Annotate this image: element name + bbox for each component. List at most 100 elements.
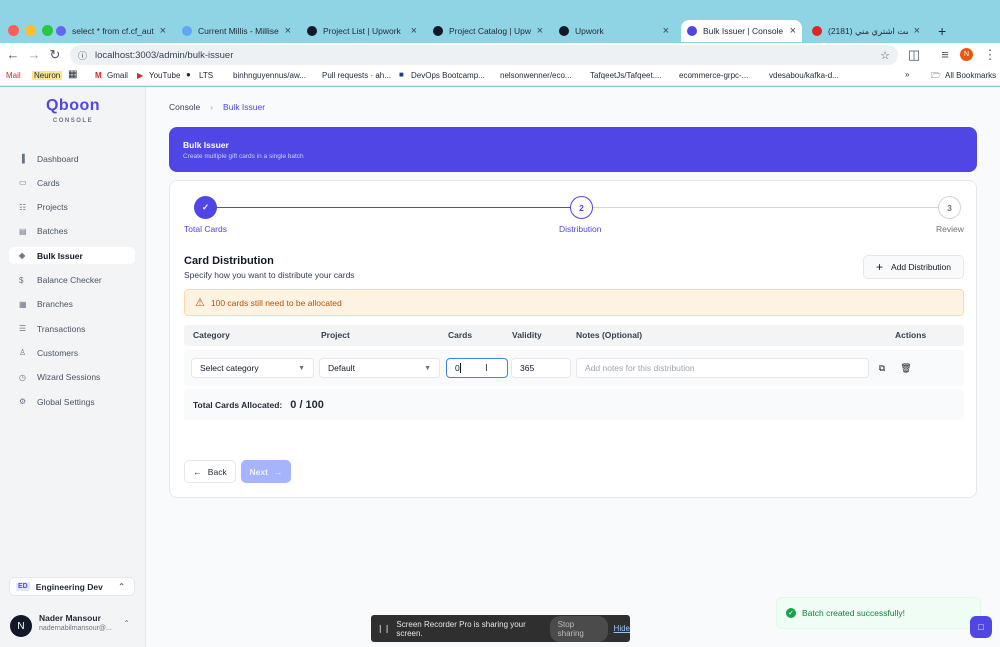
bookmark-ecommerce-grpc[interactable]: ecommerce-grpc-... [679, 71, 748, 80]
close-window-button[interactable] [8, 25, 19, 36]
tab-close-icon[interactable]: × [663, 25, 669, 37]
browser-tab[interactable]: Bulk Issuer | Console × [681, 20, 802, 42]
add-distribution-button[interactable]: + Add Distribution [863, 255, 964, 279]
reload-icon[interactable]: ↻ [47, 47, 63, 63]
browser-tab[interactable]: Project List | Upwork × [301, 20, 423, 42]
section-subtitle: Specify how you want to distribute your … [184, 270, 355, 280]
bookmark-devops[interactable]: DevOps Bootcamp... [411, 71, 485, 80]
step-1-indicator: ✓ [194, 196, 217, 219]
all-bookmarks[interactable]: All Bookmarks [945, 71, 996, 80]
sidebar-item-projects[interactable]: ☷ Projects [9, 199, 135, 216]
browser-toolbar: ← → ↻ ⓘ localhost:3003/admin/bulk-issuer… [0, 43, 1000, 67]
tab-title: Upwork [575, 26, 604, 36]
notes-input[interactable]: Add notes for this distribution [576, 358, 869, 378]
bookmark-gmail[interactable]: Gmail [107, 71, 128, 80]
sidebar-item-transactions[interactable]: ☰ Transactions [9, 320, 135, 337]
user-menu[interactable]: N Nader Mansour nadernabilmansour@... ⌃ [10, 610, 136, 640]
profile-avatar[interactable]: N [960, 48, 973, 61]
bookmark-youtube[interactable]: YouTube [149, 71, 180, 80]
sidebar-item-label: Global Settings [37, 396, 95, 407]
apps-grid-icon[interactable]: ▦ [68, 69, 77, 80]
sidebar-item-bulk-issuer[interactable]: ◈ Bulk Issuer [9, 247, 135, 265]
projects-icon: ☷ [19, 202, 27, 212]
category-select[interactable]: Select category ▼ [191, 358, 314, 378]
tab-close-icon[interactable]: × [160, 25, 166, 37]
bookmark-kafka[interactable]: vdesabou/kafka-d... [769, 71, 839, 80]
copy-icon[interactable]: ⧉ [875, 361, 889, 375]
address-bar[interactable]: ⓘ localhost:3003/admin/bulk-issuer ☆ [70, 45, 898, 65]
stop-sharing-button[interactable]: Stop sharing [549, 615, 608, 642]
avatar: N [10, 615, 32, 637]
extensions-icon[interactable]: ◫ [906, 47, 922, 63]
bookmark-pull-requests[interactable]: Pull requests · ah... [322, 71, 391, 80]
trash-icon[interactable]: 🗑 [899, 361, 913, 375]
browser-tab[interactable]: Current Millis - Millisecon × [176, 20, 297, 42]
hide-button[interactable]: Hide [614, 624, 630, 633]
project-select[interactable]: Default ▼ [319, 358, 440, 378]
back-nav-icon[interactable]: ← [5, 47, 21, 62]
tab-favicon-icon [433, 26, 443, 36]
col-cards: Cards [448, 330, 473, 340]
check-circle-icon: ✓ [786, 608, 796, 618]
stepper-progress-line [206, 207, 570, 208]
validity-input[interactable]: 365 [511, 358, 571, 378]
tab-close-icon[interactable]: × [285, 25, 291, 37]
tab-title: Current Millis - Millisecon [198, 26, 279, 36]
sidebar-item-global-settings[interactable]: ⚙ Global Settings [9, 393, 135, 410]
browser-menu-icon[interactable]: ⋮ [982, 47, 998, 63]
gmail-icon: M [95, 71, 102, 80]
browser-tab[interactable]: select * from cf.cf_autom × [50, 20, 172, 42]
media-icon[interactable]: ≡ [937, 47, 953, 62]
back-button[interactable]: ← Back [184, 460, 236, 483]
bookmark-neuron[interactable]: Neuron [32, 71, 63, 80]
bookmark-tafqeet[interactable]: TafqeetJs/Tafqeet.... [590, 71, 662, 80]
breadcrumb-console[interactable]: Console [169, 102, 200, 112]
bookmark-nelsonwenner[interactable]: nelsonwenner/eco... [500, 71, 572, 80]
chat-widget-icon[interactable]: □ [970, 616, 992, 638]
step-3-indicator: 3 [938, 196, 961, 219]
breadcrumb-current: Bulk Issuer [223, 102, 266, 112]
tab-close-icon[interactable]: × [790, 25, 796, 37]
minimize-window-button[interactable] [25, 25, 36, 36]
browser-tab[interactable]: (2181) بودكاست اشتري مني - × [806, 20, 926, 42]
star-icon[interactable]: ☆ [880, 49, 890, 62]
sidebar-item-batches[interactable]: ▤ Batches [9, 223, 135, 240]
logo[interactable]: Qboon [0, 97, 146, 115]
org-badge: ED [16, 582, 30, 591]
step-3-label: Review [936, 224, 964, 234]
sidebar-item-label: Balance Checker [37, 275, 102, 285]
sidebar-item-wizard-sessions[interactable]: ◷ Wizard Sessions [9, 369, 135, 386]
browser-tab[interactable]: Project Catalog | Upwork × [427, 20, 549, 42]
sidebar-item-cards[interactable]: ▭ Cards [9, 174, 135, 191]
back-label: Back [207, 466, 227, 477]
sidebar-item-label: Branches [37, 299, 73, 310]
sidebar-item-customers[interactable]: ♙ Customers [9, 344, 135, 361]
tab-favicon-icon [307, 26, 317, 36]
tab-title: Bulk Issuer | Console [703, 26, 784, 36]
bookmark-lts[interactable]: LTS [199, 71, 213, 80]
next-button[interactable]: Next → [241, 460, 291, 483]
bookmark-binhnguyennus[interactable]: binhnguyennus/aw... [233, 71, 306, 80]
project-select-value: Default [328, 363, 355, 373]
alert-text: 100 cards still need to be allocated [210, 297, 342, 308]
bookmarks-overflow-icon[interactable]: » [905, 70, 909, 79]
cards-input[interactable]: 0 I [446, 358, 508, 378]
new-tab-button[interactable]: + [932, 20, 952, 42]
forward-nav-icon[interactable]: → [26, 47, 42, 62]
sidebar-item-dashboard[interactable]: ▐ Dashboard [9, 150, 135, 167]
site-info-icon[interactable]: ⓘ [78, 49, 87, 62]
tab-close-icon[interactable]: × [537, 25, 543, 37]
browser-tab[interactable]: Upwork × [553, 20, 675, 42]
bookmark-mail[interactable]: Mail [6, 71, 21, 80]
page-title: Bulk Issuer [183, 140, 229, 150]
tab-close-icon[interactable]: × [411, 25, 417, 37]
org-switcher[interactable]: ED Engineering Dev ⌃ [9, 577, 135, 596]
next-label: Next [249, 466, 268, 477]
tab-close-icon[interactable]: × [914, 25, 920, 37]
tab-favicon-icon [812, 26, 822, 36]
tab-favicon-icon [182, 26, 192, 36]
sidebar: Qboon CONSOLE ▐ Dashboard ▭ Cards ☷ Projects ▤… [0, 87, 146, 647]
sidebar-item-branches[interactable]: ▦ Branches [9, 296, 135, 313]
bookmarks-bar: Mail Neuron ▦ M Gmail ▶ YouTube ● LTS bi… [0, 67, 1000, 86]
sidebar-item-balance-checker[interactable]: $ Balance Checker [9, 272, 135, 289]
